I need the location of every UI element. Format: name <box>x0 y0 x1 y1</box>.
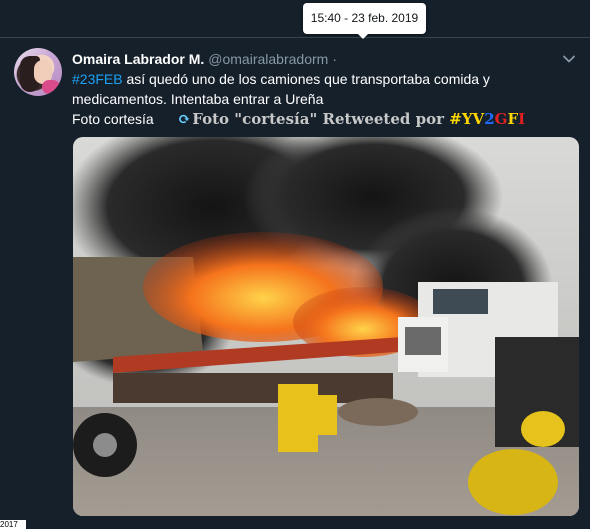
avatar[interactable] <box>14 48 62 96</box>
display-name[interactable]: Omaira Labrador M. <box>72 51 204 67</box>
retweet-hash-2: 2 <box>484 110 495 128</box>
tweet-text-line2: medicamentos. Intentaba entrar a Ureña <box>72 91 324 107</box>
photo-trailer-chassis <box>113 373 393 403</box>
avatar-accent <box>42 80 60 94</box>
timestamp-tooltip: 15:40 - 23 feb. 2019 <box>303 3 426 34</box>
photo-debris <box>338 398 418 426</box>
tweet-text-line1: así quedó uno de los camiones que transp… <box>122 71 490 87</box>
retweet-hash-i: I <box>518 110 526 128</box>
tweet-page: 15:40 - 23 feb. 2019 Omaira Labrador M. @… <box>0 0 590 529</box>
user-handle[interactable]: @omairalabradorm <box>208 51 328 67</box>
tweet-header: Omaira Labrador M. @omairalabradorm · <box>72 50 337 68</box>
retweet-hash-g: G <box>494 110 508 128</box>
retweet-hash-yv: YV <box>461 110 485 128</box>
tweet-line-1: #23FEB así quedó uno de los camiones que… <box>72 69 572 89</box>
retweet-banner: ⟳ Foto "cortesía" Retweeted por #YV2GFI <box>178 110 525 128</box>
retweet-hash-symbol: # <box>449 110 462 128</box>
photo-barrel-foreground <box>468 449 558 515</box>
photo-barrel-right <box>521 411 565 447</box>
photo-wheel-hub <box>93 433 117 457</box>
top-divider <box>0 37 590 38</box>
retweet-hash-f: F <box>507 110 519 128</box>
photo-truck-grille <box>405 327 441 355</box>
tweet-text: #23FEB así quedó uno de los camiones que… <box>72 69 572 129</box>
tweet-photo[interactable] <box>73 137 579 516</box>
tweet-line-3: Foto cortesía ⟳ Foto "cortesía" Retweeted … <box>72 109 572 129</box>
photo-barrel-small <box>315 395 337 435</box>
top-strip <box>0 0 590 37</box>
tweet-line-2: medicamentos. Intentaba entrar a Ureña <box>72 89 572 109</box>
retweet-banner-prefix: Foto "cortesía" Retweeted por <box>192 110 450 128</box>
tweet-text-line3: Foto cortesía <box>72 111 154 127</box>
separator-dot: · <box>332 51 337 67</box>
hashtag-link[interactable]: #23FEB <box>72 71 123 87</box>
photo-truck-window <box>433 289 488 314</box>
photo-illustration <box>73 137 579 516</box>
corner-label: 2017 <box>0 520 26 529</box>
photo-barrel-yellow <box>278 384 318 452</box>
retweet-icon: ⟳ <box>177 110 191 128</box>
chevron-down-icon[interactable] <box>562 52 576 66</box>
tooltip-arrow <box>357 33 369 39</box>
